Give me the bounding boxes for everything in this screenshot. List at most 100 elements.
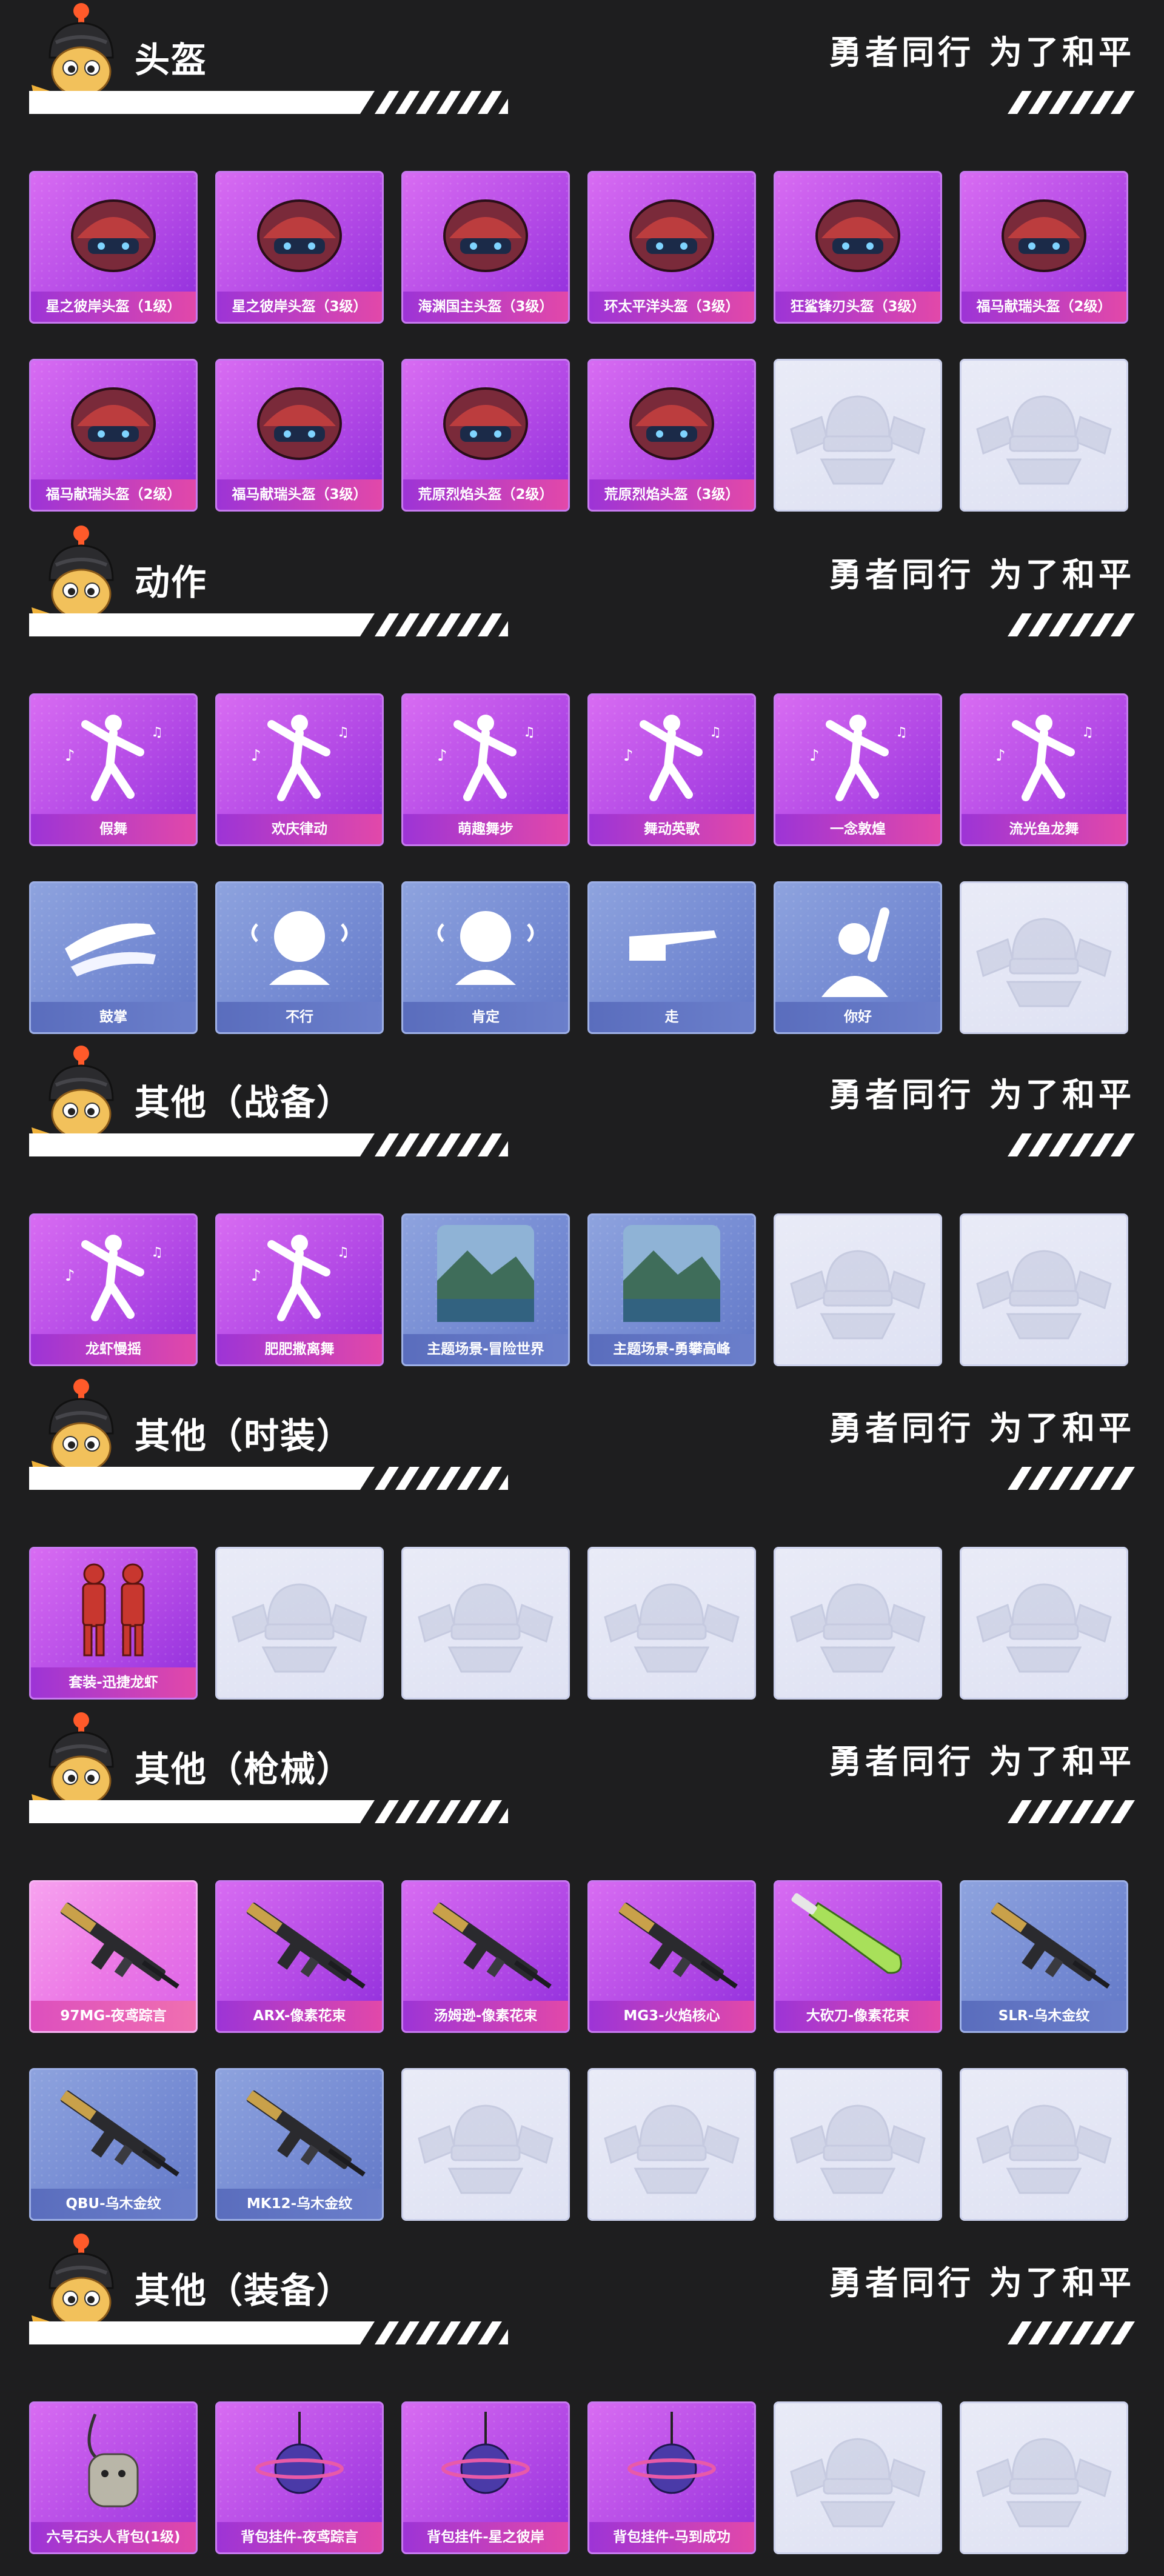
svg-text:♪: ♪ [251, 1267, 261, 1285]
reward-card[interactable]: 背包挂件-马到成功 [587, 2401, 756, 2554]
reward-card[interactable]: 星之彼岸头盔（1级） [29, 171, 198, 324]
section-4: 其他（枪械） 勇者同行 为了和平 97MG-夜鸢踪言 ARX-像素花束 汤姆逊-像… [0, 1709, 1164, 2226]
reward-label: 荒原烈焰头盔（3级） [589, 479, 754, 510]
reward-label: 星之彼岸头盔（3级） [217, 292, 382, 322]
reward-label: 背包挂件-星之彼岸 [403, 2522, 568, 2552]
empty-reward-slot [401, 1547, 570, 1700]
empty-reward-slot [960, 2401, 1128, 2554]
placeholder-emblem-icon [775, 1549, 940, 1698]
reward-card[interactable]: 背包挂件-夜鸢踪言 [215, 2401, 384, 2554]
dance-icon: ♪ ♫ [589, 695, 754, 814]
slogan-text: 勇者同行 为了和平 [829, 2264, 1135, 2302]
reward-label: 背包挂件-马到成功 [589, 2522, 754, 2552]
reward-card[interactable]: ♪ ♫ 萌趣舞步 [401, 693, 570, 846]
gun-icon [217, 1882, 382, 2001]
reward-card[interactable]: 狂鲨锋刃头盔（3级） [774, 171, 942, 324]
reward-card[interactable]: 肯定 [401, 881, 570, 1034]
reward-card[interactable]: 主题场景-冒险世界 [401, 1213, 570, 1366]
helmet-icon [403, 361, 568, 479]
reward-card[interactable]: 福马献瑞头盔（3级） [215, 359, 384, 512]
section-title: 其他（战备） [135, 1082, 353, 1123]
reward-card[interactable]: MK12-乌木金纹 [215, 2068, 384, 2221]
reward-card[interactable]: ♪ ♫ 一念敦煌 [774, 693, 942, 846]
reward-card[interactable]: 汤姆逊-像素花束 [401, 1880, 570, 2033]
reward-card[interactable]: ♪ ♫ 假舞 [29, 693, 198, 846]
pendant-icon [217, 2403, 382, 2522]
slogan-stripe-bar [1002, 2321, 1135, 2344]
section-title: 头盔 [135, 39, 208, 81]
placeholder-emblem-icon [962, 1215, 1126, 1364]
empty-reward-slot [587, 1547, 756, 1700]
reward-card[interactable]: 鼓掌 [29, 881, 198, 1034]
reward-label: 龙虾慢摇 [31, 1334, 196, 1364]
point-icon [589, 883, 754, 1002]
svg-text:♪: ♪ [251, 747, 261, 765]
reward-card[interactable]: 环太平洋头盔（3级） [587, 171, 756, 324]
reward-card[interactable]: 背包挂件-星之彼岸 [401, 2401, 570, 2554]
reward-card[interactable]: 荒原烈焰头盔（3级） [587, 359, 756, 512]
reward-card[interactable]: 主题场景-勇攀高峰 [587, 1213, 756, 1366]
reward-label: 舞动英歌 [589, 814, 754, 844]
reward-label: 环太平洋头盔（3级） [589, 292, 754, 322]
placeholder-emblem-icon [962, 1549, 1126, 1698]
reward-card[interactable]: SLR-乌木金纹 [960, 1880, 1128, 2033]
reward-card[interactable]: 不行 [215, 881, 384, 1034]
reward-card[interactable]: ARX-像素花束 [215, 1880, 384, 2033]
reward-label: MG3-火焰核心 [589, 2001, 754, 2031]
slogan-stripe-bar [1002, 1800, 1135, 1823]
reward-label: 你好 [775, 1002, 940, 1032]
reward-card[interactable]: 福马献瑞头盔（2级） [29, 359, 198, 512]
section-0: 头盔 勇者同行 为了和平 星之彼岸头盔（1级） 星之彼岸头盔（3级） 海渊国主头盔… [0, 0, 1164, 516]
gun-icon [31, 1882, 196, 2001]
section-title: 其他（装备） [135, 2270, 353, 2311]
reward-card[interactable]: 福马献瑞头盔（2级） [960, 171, 1128, 324]
placeholder-emblem-icon [589, 1549, 754, 1698]
reward-label: 肥肥撒离舞 [217, 1334, 382, 1364]
reward-card[interactable]: ♪ ♫ 舞动英歌 [587, 693, 756, 846]
reward-card[interactable]: 星之彼岸头盔（3级） [215, 171, 384, 324]
reward-card[interactable]: 你好 [774, 881, 942, 1034]
reward-card[interactable]: QBU-乌木金纹 [29, 2068, 198, 2221]
placeholder-emblem-icon [775, 2070, 940, 2219]
reward-label: 萌趣舞步 [403, 814, 568, 844]
empty-reward-slot [960, 1547, 1128, 1700]
slogan-stripe-bar [1002, 1467, 1135, 1490]
slogan-text: 勇者同行 为了和平 [829, 1743, 1135, 1781]
nod-icon [403, 883, 568, 1002]
helmet-icon [589, 173, 754, 292]
reward-card[interactable]: 套装-迅捷龙虾 [29, 1547, 198, 1700]
reward-card[interactable]: ♪ ♫ 流光鱼龙舞 [960, 693, 1128, 846]
helmet-icon [589, 361, 754, 479]
placeholder-emblem-icon [589, 2070, 754, 2219]
reward-card[interactable]: ♪ ♫ 欢庆律动 [215, 693, 384, 846]
reward-card[interactable]: ♪ ♫ 龙虾慢摇 [29, 1213, 198, 1366]
reward-card[interactable]: 荒原烈焰头盔（2级） [401, 359, 570, 512]
reward-label: 鼓掌 [31, 1002, 196, 1032]
placeholder-emblem-icon [403, 2070, 568, 2219]
reward-label: 不行 [217, 1002, 382, 1032]
svg-text:♪: ♪ [65, 1267, 75, 1285]
reward-card[interactable]: 海渊国主头盔（3级） [401, 171, 570, 324]
reward-label: 福马献瑞头盔（2级） [31, 479, 196, 510]
reward-card[interactable]: MG3-火焰核心 [587, 1880, 756, 2033]
placeholder-emblem-icon [217, 1549, 382, 1698]
machete-icon [775, 1882, 940, 2001]
reward-label: 狂鲨锋刃头盔（3级） [775, 292, 940, 322]
placeholder-emblem-icon [403, 1549, 568, 1698]
reward-card[interactable]: 97MG-夜鸢踪言 [29, 1880, 198, 2033]
reward-label: 六号石头人背包(1级) [31, 2522, 196, 2552]
title-stripe-bar [29, 1800, 523, 1823]
reward-card[interactable]: ♪ ♫ 肥肥撒离舞 [215, 1213, 384, 1366]
reward-label: QBU-乌木金纹 [31, 2189, 196, 2219]
section-title: 其他（时装） [135, 1415, 353, 1457]
reward-card[interactable]: 走 [587, 881, 756, 1034]
reward-card[interactable]: 六号石头人背包(1级) [29, 2401, 198, 2554]
empty-reward-slot [401, 2068, 570, 2221]
helmet-icon [775, 173, 940, 292]
reward-card[interactable]: 大砍刀-像素花束 [774, 1880, 942, 2033]
empty-reward-slot [960, 359, 1128, 512]
svg-text:♪: ♪ [995, 747, 1006, 765]
section-title: 动作 [135, 562, 208, 603]
gun-icon [31, 2070, 196, 2189]
placeholder-emblem-icon [775, 1215, 940, 1364]
